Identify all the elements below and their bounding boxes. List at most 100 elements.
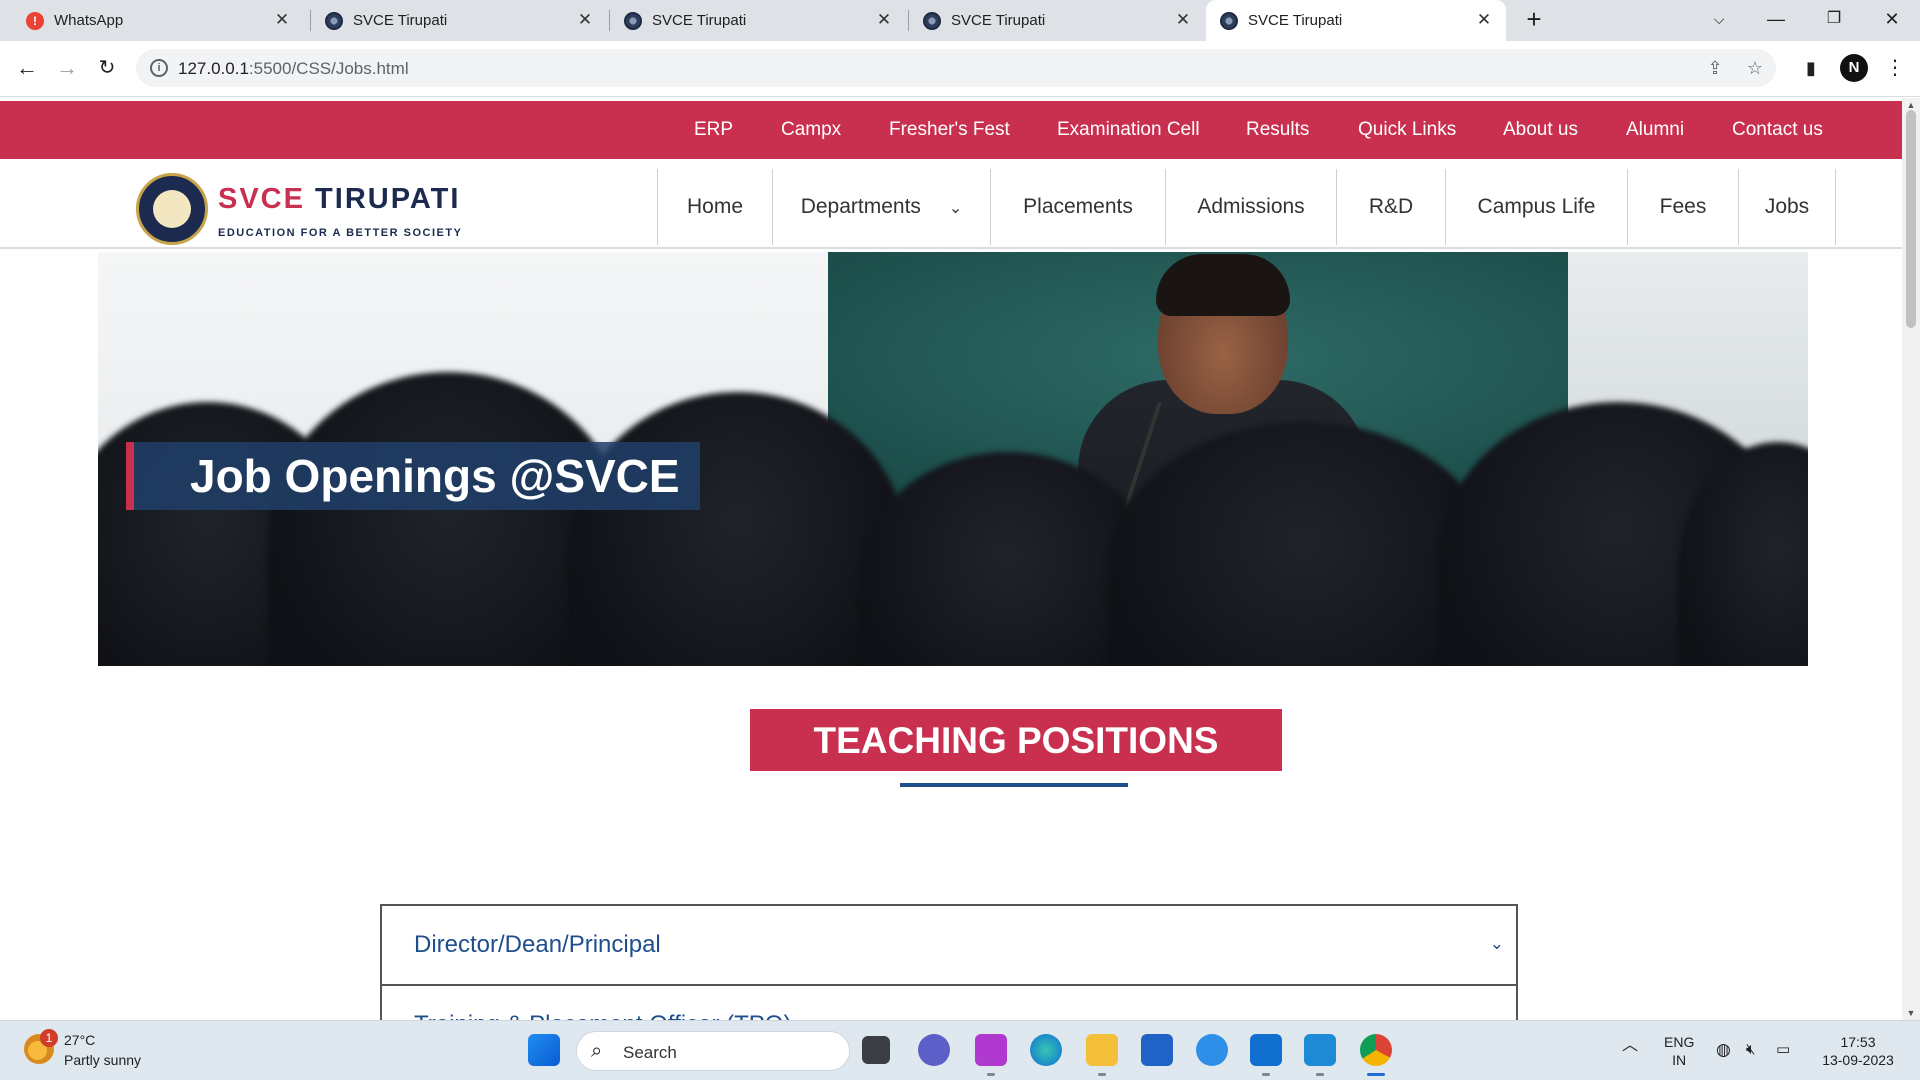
nav-home-label: Home [686, 195, 744, 218]
bookmark-star-icon[interactable]: ☆ [1744, 57, 1766, 79]
close-icon[interactable]: ✕ [1476, 11, 1492, 28]
nav-campus-life-label: Campus Life [1477, 195, 1596, 218]
close-icon[interactable]: ✕ [274, 11, 290, 28]
svce-logo-icon [1220, 11, 1238, 30]
scroll-down-icon[interactable]: ▼ [1906, 1008, 1916, 1018]
browser-tab-strip: ! WhatsApp ✕ SVCE Tirupati ✕ SVCE Tirupa… [0, 0, 1920, 41]
top-link-examination-cell[interactable]: Examination Cell [1057, 119, 1200, 141]
running-indicator [1316, 1073, 1324, 1076]
close-icon[interactable]: ✕ [577, 11, 593, 28]
tab-search-chevron-icon[interactable]: ⌵ [1691, 0, 1747, 41]
quick-assist-icon[interactable] [1250, 1034, 1282, 1066]
browser-tab-active[interactable]: SVCE Tirupati ✕ [1206, 0, 1506, 41]
wps-office-icon[interactable] [975, 1034, 1007, 1066]
windows-taskbar: 1 27°C Partly sunny ⌕ Search ︿ ENG IN ◍ 🔇… [0, 1020, 1920, 1080]
tab-title: SVCE Tirupati [652, 12, 747, 29]
file-explorer-icon[interactable] [1086, 1034, 1118, 1066]
address-bar[interactable]: i 127.0.0.1:5500/CSS/Jobs.html ⇪ ☆ [136, 49, 1776, 87]
clock-time: 17:53 [1840, 1034, 1876, 1050]
nav-placements[interactable]: Placements [990, 169, 1165, 245]
restore-icon[interactable]: ❐ [1806, 0, 1862, 41]
top-link-campx[interactable]: Campx [781, 119, 841, 141]
scroll-thumb[interactable] [1906, 110, 1916, 328]
minimize-icon[interactable]: — [1748, 0, 1804, 41]
speaker-muted-icon[interactable]: 🔇︎ [1746, 1041, 1755, 1059]
back-arrow-icon[interactable]: ← [10, 51, 44, 85]
close-window-icon[interactable]: ✕ [1864, 0, 1920, 41]
section-heading: TEACHING POSITIONS [750, 709, 1282, 771]
nav-fees[interactable]: Fees [1627, 169, 1738, 245]
language-indicator[interactable]: ENG IN [1664, 1033, 1694, 1069]
url-text[interactable]: 127.0.0.1:5500/CSS/Jobs.html [178, 59, 409, 79]
vscode-icon[interactable] [1304, 1034, 1336, 1066]
accordion-item[interactable]: Director/Dean/Principal ⌄ [380, 904, 1518, 986]
scroll-up-icon[interactable]: ▲ [1906, 100, 1916, 110]
svce-logo-icon [624, 11, 642, 30]
top-link-erp[interactable]: ERP [694, 119, 733, 141]
nav-fees-label: Fees [1659, 195, 1707, 218]
hero-photo-teacher-hair [1156, 254, 1290, 316]
nav-jobs-label: Jobs [1764, 195, 1810, 218]
top-link-contact-us[interactable]: Contact us [1732, 119, 1823, 141]
weather-notification-badge: 1 [40, 1029, 58, 1047]
teams-chat-icon[interactable] [918, 1034, 950, 1066]
chrome-browser-icon[interactable] [1360, 1034, 1392, 1066]
weather-description[interactable]: Partly sunny [64, 1052, 141, 1068]
logo-name-svce: SVCE [218, 183, 305, 215]
top-link-quick-links[interactable]: Quick Links [1358, 119, 1456, 141]
clock-date: 13-09-2023 [1822, 1052, 1894, 1068]
nav-placements-label: Placements [1023, 195, 1133, 218]
top-link-results[interactable]: Results [1246, 119, 1309, 141]
hero-title-box: Job Openings @SVCE [126, 442, 700, 510]
browser-toolbar: ← → ↻ i 127.0.0.1:5500/CSS/Jobs.html ⇪ ☆… [0, 41, 1920, 97]
kebab-menu-icon[interactable]: ⋮ [1878, 51, 1912, 85]
nav-campus-life[interactable]: Campus Life [1445, 169, 1627, 245]
share-icon[interactable]: ⇪ [1704, 57, 1726, 79]
battery-icon[interactable]: ▭ [1776, 1041, 1790, 1059]
tab-title: SVCE Tirupati [951, 12, 1046, 29]
close-icon[interactable]: ✕ [1175, 11, 1191, 28]
tab-title: SVCE Tirupati [1248, 12, 1343, 29]
clock[interactable]: 17:53 13-09-2023 [1818, 1033, 1898, 1069]
close-icon[interactable]: ✕ [876, 11, 892, 28]
nav-departments[interactable]: Departments ⌄ [772, 169, 990, 245]
profile-avatar[interactable]: N [1840, 54, 1868, 82]
top-link-about-us[interactable]: About us [1503, 119, 1578, 141]
weather-temperature[interactable]: 27°C [64, 1032, 95, 1048]
get-help-icon[interactable] [1196, 1034, 1228, 1066]
tab-title: WhatsApp [54, 12, 124, 29]
chevron-down-icon: ⌄ [1489, 934, 1504, 953]
url-path: :5500/CSS/Jobs.html [248, 59, 409, 78]
browser-tab[interactable]: ! WhatsApp ✕ [12, 0, 304, 41]
taskbar-search-box[interactable]: ⌕ Search [576, 1031, 850, 1071]
accordion-item[interactable]: Training & Placement Officer (TPO) ⌄ [380, 984, 1518, 1020]
nav-rnd[interactable]: R&D [1336, 169, 1445, 245]
network-globe-icon[interactable]: ◍ [1716, 1041, 1731, 1059]
side-panel-icon[interactable]: ▮ [1794, 51, 1828, 85]
nav-jobs[interactable]: Jobs [1738, 169, 1836, 245]
running-indicator [987, 1073, 995, 1076]
section-underline [900, 783, 1128, 787]
browser-tab[interactable]: SVCE Tirupati ✕ [311, 0, 607, 41]
edge-browser-icon[interactable] [1030, 1034, 1062, 1066]
new-tab-plus-icon[interactable]: + [1520, 6, 1548, 34]
tab-title: SVCE Tirupati [353, 12, 448, 29]
browser-tab[interactable]: SVCE Tirupati ✕ [610, 0, 906, 41]
top-link-alumni[interactable]: Alumni [1626, 119, 1684, 141]
top-link-freshers-fest[interactable]: Fresher's Fest [889, 119, 1010, 141]
site-logo[interactable]: SVCE TIRUPATI EDUCATION FOR A BETTER SOC… [136, 171, 461, 247]
accordion-title: Director/Dean/Principal [414, 931, 661, 958]
tray-overflow-chevron-icon[interactable]: ︿ [1622, 1037, 1638, 1055]
site-info-icon[interactable]: i [150, 59, 168, 77]
page-scrollbar[interactable]: ▲ ▼ [1902, 98, 1920, 1020]
nav-admissions[interactable]: Admissions [1165, 169, 1336, 245]
microsoft-store-icon[interactable] [1141, 1034, 1173, 1066]
nav-home[interactable]: Home [657, 169, 772, 245]
logo-name-tirupati: TIRUPATI [315, 183, 461, 215]
forward-arrow-icon[interactable]: → [50, 51, 84, 85]
task-view-icon[interactable] [862, 1036, 890, 1064]
windows-start-icon[interactable] [528, 1034, 560, 1066]
reload-icon[interactable]: ↻ [90, 51, 124, 85]
main-navigation: SVCE TIRUPATI EDUCATION FOR A BETTER SOC… [0, 159, 1902, 249]
browser-tab[interactable]: SVCE Tirupati ✕ [909, 0, 1205, 41]
